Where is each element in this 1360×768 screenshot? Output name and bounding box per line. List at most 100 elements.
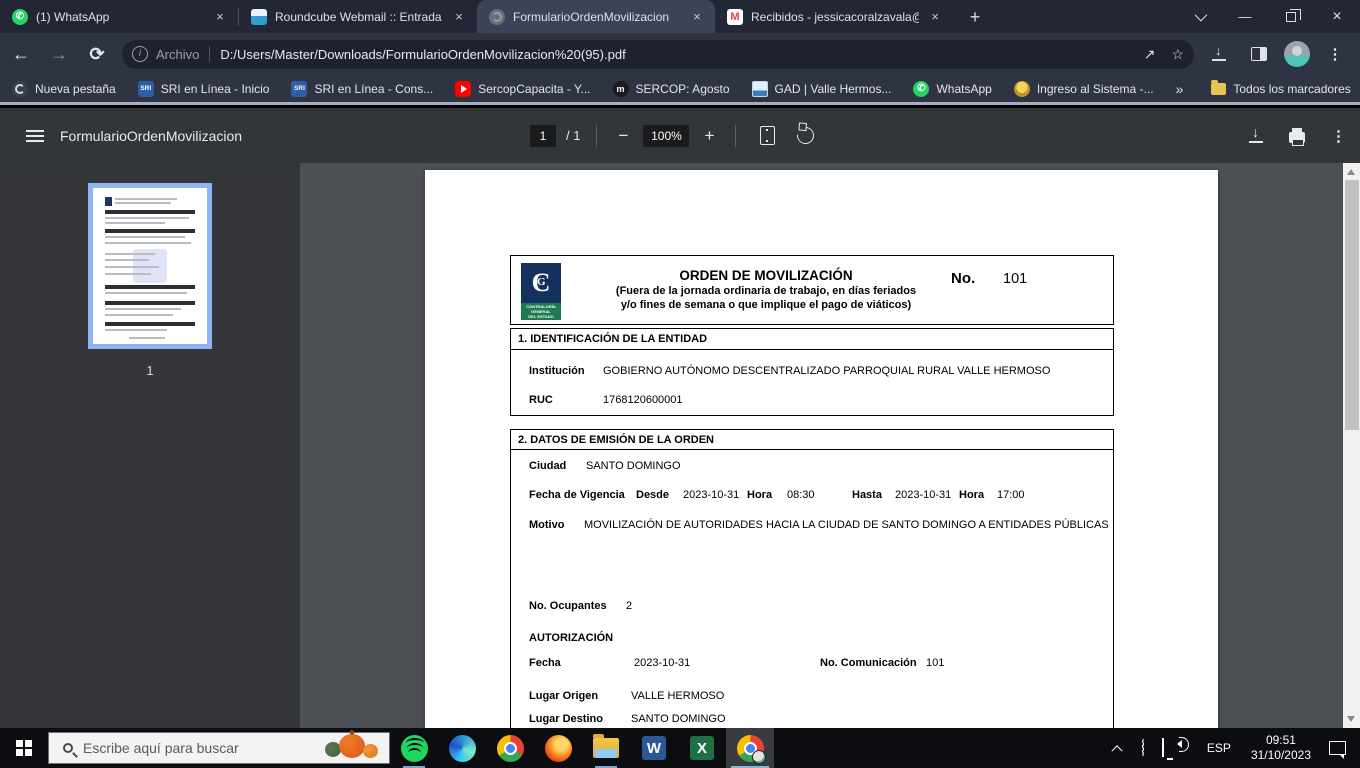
- print-icon[interactable]: [1289, 132, 1305, 143]
- page-thumbnail[interactable]: [88, 183, 212, 349]
- destino-value: SANTO DOMINGO: [631, 713, 726, 725]
- profile-avatar[interactable]: [1284, 41, 1310, 67]
- whatsapp-favicon: [12, 9, 28, 25]
- close-window-button[interactable]: ×: [1314, 0, 1360, 33]
- volume-icon[interactable]: [1182, 739, 1188, 757]
- address-bar[interactable]: i Archivo D:/Users/Master/Downloads/Form…: [122, 40, 1194, 69]
- zoom-level-input[interactable]: 100%: [643, 125, 689, 147]
- tab-title: (1) WhatsApp: [36, 10, 204, 24]
- tab-search-button[interactable]: [1176, 0, 1222, 33]
- bookmark-ingreso-sistema[interactable]: Ingreso al Sistema -...: [1014, 81, 1154, 97]
- origen-label: Lugar Origen: [529, 690, 598, 702]
- bookmark-gad-valle-hermoso[interactable]: GAD | Valle Hermos...: [752, 81, 892, 97]
- section2-header: 2. DATOS DE EMISIÓN DE LA ORDEN: [510, 429, 1114, 451]
- language-indicator[interactable]: ESP: [1207, 741, 1231, 755]
- desde-value: 2023-10-31: [683, 489, 739, 501]
- cge-monogram-inner: G: [537, 276, 546, 288]
- word-icon: W: [642, 736, 666, 760]
- section1-body: Institución GOBIERNO AUTÓNOMO DESCENTRAL…: [510, 349, 1114, 416]
- taskbar-firefox[interactable]: [534, 728, 582, 768]
- hasta-label: Hasta: [852, 489, 882, 501]
- document-viewer[interactable]: CG C G CONTRALORÍA GENERAL: [300, 163, 1343, 728]
- clock[interactable]: 09:51 31/10/2023: [1251, 733, 1311, 763]
- form-subtitle: (Fuera de la jornada ordinaria de trabaj…: [596, 285, 936, 312]
- bookmark-sri-consultas[interactable]: SRI SRI en Línea - Cons...: [291, 81, 433, 97]
- zoom-out-button[interactable]: −: [613, 126, 633, 146]
- forward-button[interactable]: →: [42, 37, 76, 71]
- bookmark-label: SERCOP: Agosto: [636, 82, 730, 96]
- scroll-up-arrow[interactable]: [1347, 169, 1355, 175]
- minimize-button[interactable]: —: [1222, 0, 1268, 33]
- gmail-favicon: M: [727, 9, 743, 25]
- taskbar-search[interactable]: Escribe aquí para buscar: [48, 732, 390, 764]
- page-info-icon[interactable]: i: [132, 46, 148, 62]
- pdf-menu-icon[interactable]: [26, 130, 44, 142]
- all-bookmarks-button[interactable]: Todos los marcadores: [1211, 82, 1350, 96]
- taskbar-spotify[interactable]: [390, 728, 438, 768]
- ciudad-label: Ciudad: [529, 460, 566, 472]
- side-panel-button[interactable]: [1244, 39, 1274, 69]
- back-button[interactable]: ←: [4, 37, 38, 71]
- page-number-input[interactable]: 1: [530, 125, 556, 147]
- start-button[interactable]: [0, 728, 48, 768]
- file-explorer-icon: [593, 738, 619, 758]
- taskbar-chrome-active[interactable]: [726, 728, 774, 768]
- hora1-label: Hora: [747, 489, 772, 501]
- network-icon[interactable]: [1162, 739, 1164, 757]
- taskbar-excel[interactable]: X: [678, 728, 726, 768]
- rotate-icon[interactable]: [794, 124, 818, 148]
- movilizacion-form: C G CONTRALORÍA GENERAL DEL ESTADO ORDEN…: [510, 255, 1114, 728]
- zoom-in-button[interactable]: +: [699, 126, 719, 146]
- pdf-favicon: [489, 9, 505, 25]
- bookmark-sercop-agosto[interactable]: m SERCOP: Agosto: [613, 81, 730, 97]
- bookmark-nueva-pestana[interactable]: Nueva pestaña: [12, 81, 116, 97]
- pdf-download-icon[interactable]: [1249, 128, 1263, 143]
- pdf-more-menu-icon[interactable]: ⋮: [1331, 127, 1346, 145]
- form-title: ORDEN DE MOVILIZACIÓN: [596, 268, 936, 283]
- vertical-scrollbar[interactable]: [1343, 163, 1360, 728]
- bookmark-star-icon[interactable]: ☆: [1171, 46, 1184, 63]
- scroll-down-arrow[interactable]: [1347, 716, 1355, 722]
- tab-pdf-active[interactable]: FormularioOrdenMovilizacion ×: [477, 0, 715, 33]
- taskbar-edge[interactable]: [438, 728, 486, 768]
- tab-whatsapp[interactable]: (1) WhatsApp ×: [0, 0, 238, 33]
- scrollbar-thumb[interactable]: [1345, 180, 1359, 430]
- tab-gmail[interactable]: M Recibidos - jessicacoralzavala@g ×: [715, 0, 953, 33]
- taskbar-word[interactable]: W: [630, 728, 678, 768]
- pdf-page: CG C G CONTRALORÍA GENERAL: [425, 170, 1218, 728]
- fit-page-icon[interactable]: [760, 126, 775, 145]
- tab-close-icon[interactable]: ×: [689, 9, 705, 25]
- tab-close-icon[interactable]: ×: [927, 9, 943, 25]
- tab-roundcube[interactable]: Roundcube Webmail :: Entrada ×: [239, 0, 477, 33]
- bookmark-sri-inicio[interactable]: SRI SRI en Línea - Inicio: [138, 81, 270, 97]
- bookmark-sercopcapacita[interactable]: SercopCapacita - Y...: [455, 81, 590, 97]
- taskbar-chrome[interactable]: [486, 728, 534, 768]
- ocupantes-label: No. Ocupantes: [529, 600, 607, 612]
- form-header: C G CONTRALORÍA GENERAL DEL ESTADO ORDEN…: [510, 255, 1114, 325]
- reload-button[interactable]: ⟳: [80, 37, 114, 71]
- pdf-document-title: FormularioOrdenMovilizacion: [60, 128, 242, 144]
- taskbar-apps: W X: [390, 728, 774, 768]
- new-tab-button[interactable]: +: [961, 3, 989, 31]
- taskbar-explorer[interactable]: [582, 728, 630, 768]
- pdf-toolbar-right: ⋮: [1249, 127, 1346, 145]
- tab-close-icon[interactable]: ×: [451, 9, 467, 25]
- cge-logo-band: CONTRALORÍA GENERAL DEL ESTADO: [521, 303, 561, 320]
- tray-expand-chevron-icon[interactable]: [1111, 745, 1122, 756]
- restore-button[interactable]: [1268, 0, 1314, 33]
- downloads-button[interactable]: [1204, 39, 1234, 69]
- all-bookmarks-label: Todos los marcadores: [1233, 82, 1350, 96]
- bookmarks-overflow-chevron[interactable]: »: [1176, 81, 1184, 97]
- toolbar-divider: [735, 125, 736, 147]
- bookmark-label: WhatsApp: [936, 82, 991, 96]
- cge-logo: C G CONTRALORÍA GENERAL DEL ESTADO: [521, 263, 561, 320]
- notification-center-icon[interactable]: [1329, 741, 1346, 755]
- roundcube-favicon: [251, 9, 267, 25]
- tab-close-icon[interactable]: ×: [212, 9, 228, 25]
- onedrive-icon[interactable]: [1142, 739, 1144, 757]
- share-icon[interactable]: ↗: [1144, 46, 1156, 63]
- bookmark-whatsapp[interactable]: WhatsApp: [913, 81, 991, 97]
- form-title-block: ORDEN DE MOVILIZACIÓN (Fuera de la jorna…: [596, 268, 936, 312]
- browser-menu-button[interactable]: ⋮: [1320, 39, 1350, 69]
- search-icon: [63, 743, 73, 753]
